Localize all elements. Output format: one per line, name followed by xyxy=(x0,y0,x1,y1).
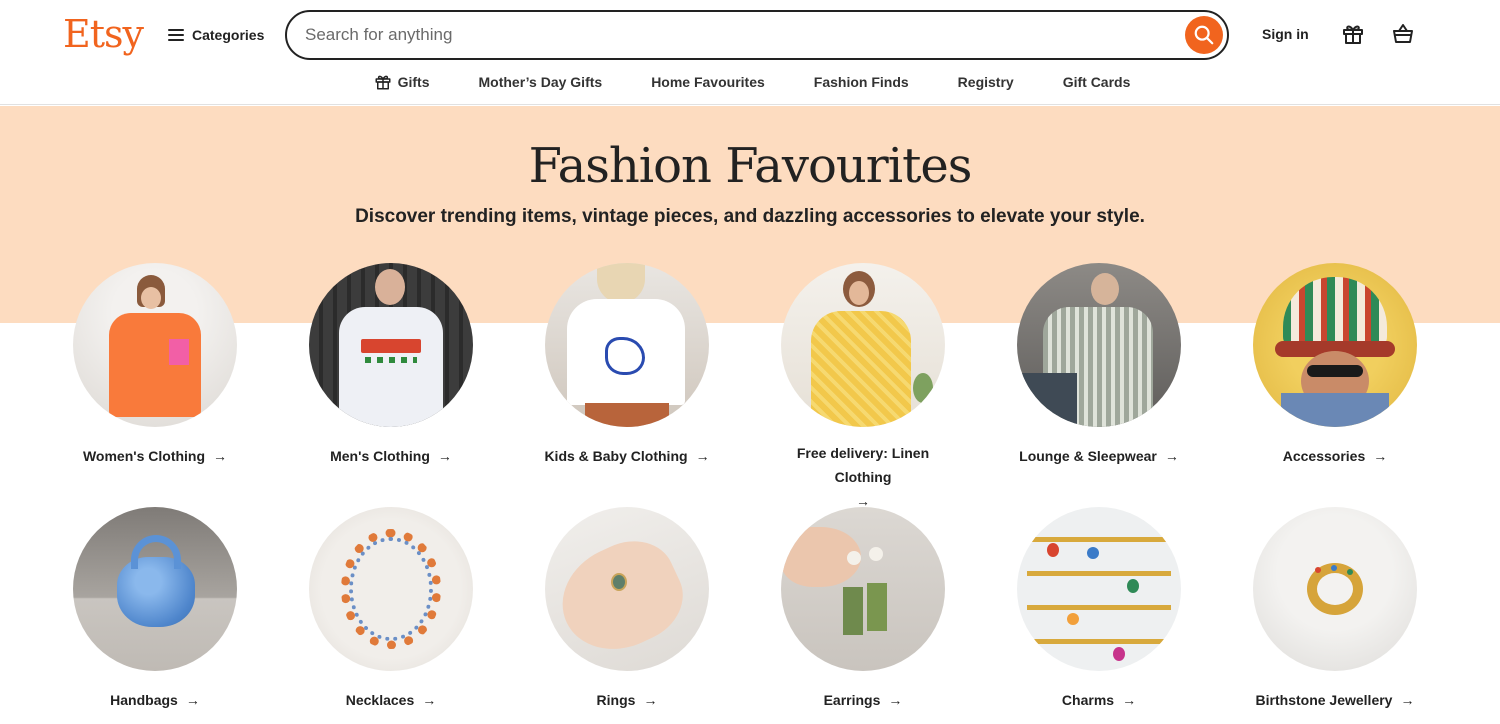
category-label: Earrings → xyxy=(758,688,968,712)
subnav-mothers-day-gifts[interactable]: Mother’s Day Gifts xyxy=(478,70,602,94)
arrow-right-icon: → xyxy=(1164,448,1179,464)
categories-button[interactable]: Categories xyxy=(168,22,264,48)
category-label: Kids & Baby Clothing → xyxy=(522,444,732,468)
category-label: Women's Clothing → xyxy=(50,444,260,468)
category-tile-handbags[interactable]: Handbags → xyxy=(50,507,260,712)
page-subtitle: Discover trending items, vintage pieces,… xyxy=(355,206,1145,227)
category-tile-mens-clothing[interactable]: Men's Clothing → xyxy=(286,263,496,468)
category-tile-linen-clothing[interactable]: Free delivery: Linen Clothing → xyxy=(758,263,968,513)
arrow-right-icon: → xyxy=(185,692,200,708)
arrow-right-icon: → xyxy=(422,692,437,708)
category-label: Free delivery: Linen Clothing → xyxy=(758,441,968,513)
category-tile-necklaces[interactable]: Necklaces → xyxy=(286,507,496,712)
menu-icon xyxy=(168,29,184,41)
category-image xyxy=(781,507,945,671)
category-tile-lounge-sleepwear[interactable]: Lounge & Sleepwear → xyxy=(994,263,1204,468)
arrow-right-icon: → xyxy=(213,448,228,464)
category-image xyxy=(1017,507,1181,671)
site-header: Etsy Categories Sign in xyxy=(0,0,1500,105)
category-tile-kids-baby-clothing[interactable]: Kids & Baby Clothing → xyxy=(522,263,732,468)
category-image xyxy=(309,263,473,427)
subnav-fashion-finds[interactable]: Fashion Finds xyxy=(814,70,909,94)
subnav-label: Gifts xyxy=(397,74,430,90)
category-image xyxy=(545,263,709,427)
category-label: Birthstone Jewellery → xyxy=(1230,688,1440,712)
search-bar xyxy=(285,10,1229,60)
category-tile-rings[interactable]: Rings → xyxy=(522,507,732,712)
category-label: Lounge & Sleepwear → xyxy=(994,444,1204,468)
subnav-gift-cards[interactable]: Gift Cards xyxy=(1063,70,1131,94)
sign-in-link[interactable]: Sign in xyxy=(1262,26,1309,42)
category-label: Rings → xyxy=(522,688,732,712)
arrow-right-icon: → xyxy=(643,692,658,708)
subnav-registry[interactable]: Registry xyxy=(958,70,1014,94)
subnav-label: Mother’s Day Gifts xyxy=(478,74,603,90)
category-tile-accessories[interactable]: Accessories → xyxy=(1230,263,1440,468)
subnav-label: Registry xyxy=(957,74,1014,90)
category-image xyxy=(309,507,473,671)
page-title: Fashion Favourites xyxy=(528,138,973,194)
sub-navigation: Gifts Mother’s Day Gifts Home Favourites… xyxy=(0,70,1500,94)
category-image xyxy=(545,507,709,671)
category-tile-charms[interactable]: Charms → xyxy=(994,507,1204,712)
subnav-label: Fashion Finds xyxy=(813,74,909,90)
category-label: Accessories → xyxy=(1230,444,1440,468)
search-input[interactable] xyxy=(305,12,1175,58)
etsy-logo[interactable]: Etsy xyxy=(63,12,144,56)
subnav-gifts[interactable]: Gifts xyxy=(374,70,430,94)
category-image xyxy=(73,263,237,427)
category-label: Necklaces → xyxy=(286,688,496,712)
gift-icon xyxy=(375,75,391,90)
gift-icon[interactable] xyxy=(1341,22,1365,46)
subnav-label: Home Favourites xyxy=(651,74,765,90)
arrow-right-icon: → xyxy=(888,692,903,708)
categories-label: Categories xyxy=(192,27,265,43)
arrow-right-icon: → xyxy=(1122,692,1137,708)
category-image xyxy=(781,263,945,427)
category-image xyxy=(1253,263,1417,427)
category-image xyxy=(73,507,237,671)
category-label: Charms → xyxy=(994,688,1204,712)
arrow-right-icon: → xyxy=(437,448,452,464)
category-tile-birthstone-jewellery[interactable]: Birthstone Jewellery → xyxy=(1230,507,1440,712)
arrow-right-icon: → xyxy=(695,448,710,464)
search-button[interactable] xyxy=(1185,16,1223,54)
category-label: Handbags → xyxy=(50,688,260,712)
subnav-label: Gift Cards xyxy=(1062,74,1131,90)
arrow-right-icon: → xyxy=(1400,692,1415,708)
arrow-right-icon: → xyxy=(1373,448,1388,464)
shopping-bag-icon[interactable] xyxy=(1391,22,1415,46)
category-tile-earrings[interactable]: Earrings → xyxy=(758,507,968,712)
category-tile-womens-clothing[interactable]: Women's Clothing → xyxy=(50,263,260,468)
subnav-home-favourites[interactable]: Home Favourites xyxy=(651,70,765,94)
category-image xyxy=(1253,507,1417,671)
search-icon xyxy=(1194,25,1214,45)
category-image xyxy=(1017,263,1181,427)
category-label: Men's Clothing → xyxy=(286,444,496,468)
